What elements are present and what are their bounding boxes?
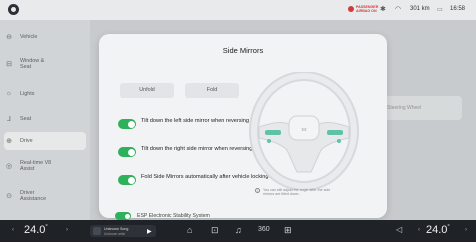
info-note: i You can still adjust the angle after t… (255, 188, 335, 197)
steering-wheel-illustration: ⟗ (249, 72, 359, 190)
fold-button[interactable]: Fold (185, 83, 239, 98)
auto-fold-toggle[interactable] (118, 175, 136, 185)
esp-toggle[interactable] (115, 212, 131, 220)
esp-label: ESP Electronic Stability System (137, 212, 210, 219)
tilt-right-toggle[interactable] (118, 147, 136, 157)
info-icon: i (255, 188, 260, 193)
car-icon[interactable]: ⊡ (211, 225, 219, 236)
home-icon[interactable]: ⌂ (187, 225, 192, 235)
airbag-icon (348, 6, 354, 12)
volume-icon[interactable]: ◁ (396, 225, 402, 234)
temp-right-decrease-icon[interactable]: ‹ (418, 227, 420, 233)
song-title: Unknown Song (104, 227, 129, 231)
range-text: 301 km (410, 6, 430, 12)
brand-logo-icon (8, 4, 19, 15)
wifi-icon: ◠ (395, 6, 402, 13)
airbag-line2: AIRBAG ON (356, 9, 377, 13)
temp-right-increase-icon[interactable]: › (465, 227, 467, 233)
temp-left-increase-icon[interactable]: › (66, 227, 68, 233)
temp-left-decrease-icon[interactable]: ‹ (12, 227, 14, 233)
svg-text:⟗: ⟗ (301, 126, 306, 133)
bluetooth-icon: ✱ (380, 6, 386, 13)
song-artist: Unknown artist (104, 231, 126, 236)
play-icon[interactable]: ▶ (147, 228, 152, 235)
tilt-left-toggle[interactable] (118, 119, 136, 129)
airbag-indicator: PASSENGER AIRBAG ON (348, 5, 380, 13)
unfold-button[interactable]: Unfold (120, 83, 174, 98)
battery-icon: ▭ (437, 7, 443, 13)
dialog-title: Side Mirrors (222, 46, 264, 55)
status-bar: PASSENGER AIRBAG ON ✱ ◠ 301 km ▭ 16:58 (0, 0, 476, 20)
left-temperature[interactable]: 24.0° (24, 224, 48, 236)
bottom-dock: ‹ 24.0° › Unknown Song Unknown artist ▶ … (0, 220, 476, 242)
camera-360-icon[interactable]: 360 (258, 226, 270, 233)
side-mirrors-dialog: Side Mirrors Unfold Fold Tilt down the l… (99, 34, 387, 218)
clock-text: 16:58 (450, 6, 466, 12)
album-cover (93, 227, 101, 235)
right-temperature[interactable]: 24.0° (426, 224, 450, 236)
apps-icon[interactable]: ⊞ (284, 225, 292, 236)
info-text: You can still adjust the angle after the… (263, 188, 331, 197)
esp-row: ESP Electronic Stability System (115, 211, 210, 220)
music-icon[interactable]: ♫ (235, 225, 242, 235)
music-widget[interactable]: Unknown Song Unknown artist ▶ (90, 225, 156, 237)
